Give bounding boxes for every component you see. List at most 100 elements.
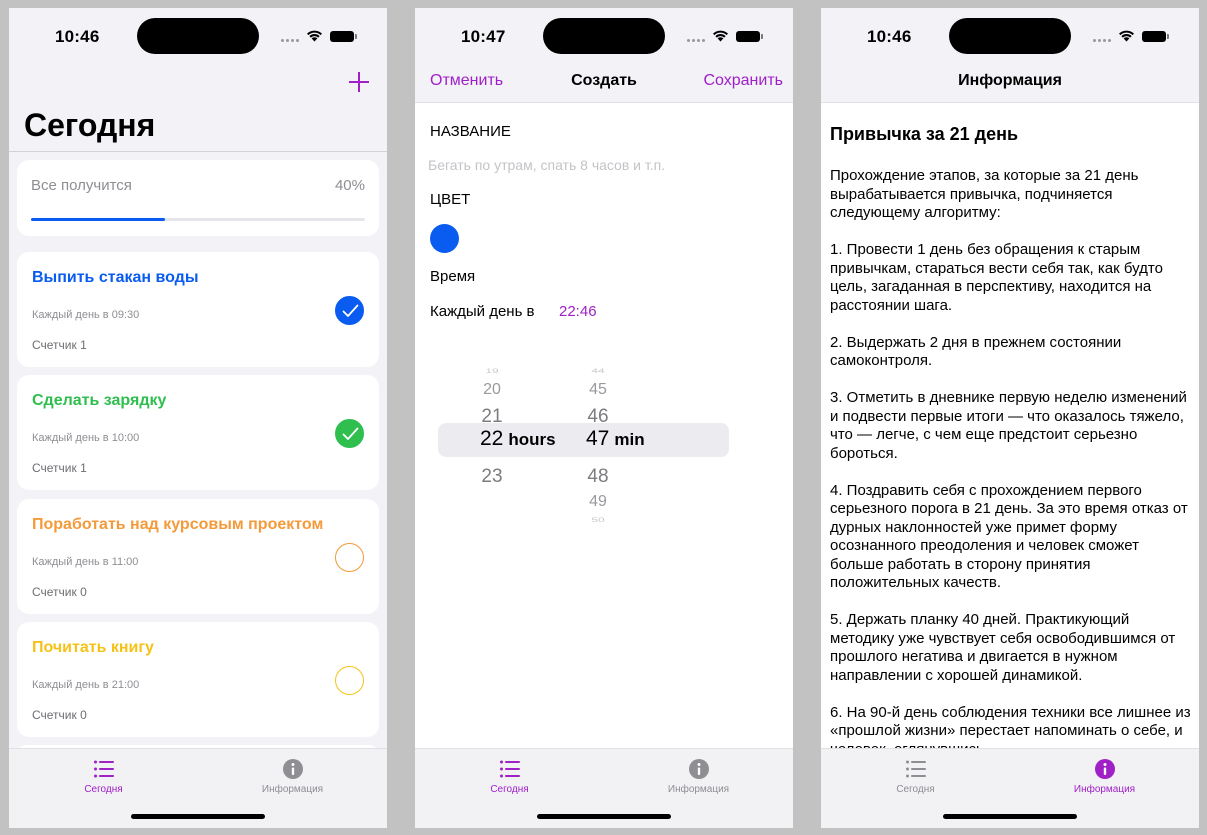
picker-minute: 50 [591, 516, 605, 524]
tab-today[interactable]: Сегодня [415, 756, 604, 798]
info-screen: 10:46 Информация Привычка за 21 день Про… [821, 8, 1199, 828]
tab-label: Информация [261, 784, 324, 795]
color-label: ЦВЕТ [430, 191, 471, 208]
habit-schedule: Каждый день в 21:00 [32, 679, 140, 691]
picker-selected-hour: 22 hours [480, 427, 556, 451]
habit-counter: Счетчик 1 [32, 338, 87, 352]
info-content[interactable]: Привычка за 21 день Прохождение этапов, … [830, 124, 1195, 748]
color-picker-button[interactable] [430, 224, 459, 253]
every-day-label: Каждый день в [430, 303, 535, 320]
hours-unit: hours [508, 430, 556, 449]
save-button[interactable]: Сохранить [703, 72, 783, 90]
tab-info[interactable]: Информация [1010, 756, 1199, 798]
tab-label: Сегодня [490, 784, 529, 795]
picker-hour: 19 [485, 367, 499, 375]
habit-checkbox[interactable] [335, 296, 364, 325]
home-indicator [537, 814, 671, 819]
info-paragraph: Прохождение этапов, за которые за 21 ден… [830, 167, 1139, 221]
status-bar: 10:47 [415, 8, 793, 64]
picker-hour: 23 [481, 466, 503, 487]
status-time: 10:46 [867, 27, 912, 46]
info-heading: Привычка за 21 день [830, 124, 1019, 144]
habit-counter: Счетчик 0 [32, 585, 87, 599]
progress-label: Все получится [31, 177, 132, 194]
habit-name-input[interactable] [428, 154, 768, 176]
tab-label: Сегодня [896, 784, 935, 795]
dynamic-island [543, 18, 665, 54]
habit-title: Сделать зарядку [32, 392, 167, 409]
cellular-signal-icon [1093, 39, 1113, 43]
habit-checkbox[interactable] [335, 543, 364, 572]
checkmark-icon [342, 427, 359, 440]
info-paragraph: 3. Отметить в дневнике первую неделю изм… [830, 389, 1187, 462]
picker-minute: 48 [587, 466, 609, 487]
time-value[interactable]: 22:46 [559, 303, 597, 320]
status-bar: 10:46 [9, 8, 387, 64]
divider [9, 151, 387, 152]
cellular-signal-icon [281, 39, 301, 43]
navigation-bar: Информация [821, 64, 1199, 103]
habit-schedule: Каждый день в 09:30 [32, 309, 140, 321]
progress-bar-fill [31, 218, 165, 221]
habit-checkbox[interactable] [335, 419, 364, 448]
habit-card[interactable]: Поработать над курсовым проектом Каждый … [17, 499, 379, 614]
tab-label: Сегодня [84, 784, 123, 795]
battery-icon [330, 31, 357, 42]
today-screen: 10:46 Сегодня Все получится 40% Выпить с… [9, 8, 387, 828]
checkmark-icon [342, 304, 359, 317]
minutes-unit: min [614, 430, 645, 449]
progress-bar [31, 218, 365, 221]
list-icon [500, 760, 520, 778]
habit-card[interactable]: Выпить стакан воды Каждый день в 09:30 С… [17, 252, 379, 367]
time-label: Время [430, 268, 476, 285]
dynamic-island [949, 18, 1071, 54]
dynamic-island [137, 18, 259, 54]
battery-icon [736, 31, 763, 42]
habit-schedule: Каждый день в 11:00 [32, 556, 139, 568]
tab-label: Информация [667, 784, 730, 795]
status-time: 10:47 [461, 27, 506, 46]
tab-label: Информация [1073, 784, 1136, 795]
habit-card[interactable]: Почитать книгу Каждый день в 21:00 Счетч… [17, 622, 379, 737]
page-title: Сегодня [24, 107, 156, 143]
tab-info[interactable]: Информация [198, 756, 387, 798]
progress-percent: 40% [334, 177, 365, 194]
habit-counter: Счетчик 1 [32, 461, 87, 475]
habit-title: Выпить стакан воды [32, 269, 199, 286]
picker-minute: 45 [589, 381, 607, 398]
habit-checkbox[interactable] [335, 666, 364, 695]
tab-info[interactable]: Информация [604, 756, 793, 798]
picker-hour: 20 [483, 381, 501, 398]
habit-schedule: Каждый день в 10:00 [32, 432, 140, 444]
navigation-bar: Отменить Создать Сохранить [415, 64, 793, 103]
picker-minute: 44 [591, 367, 605, 375]
nav-title: Информация [958, 72, 1062, 89]
tab-today[interactable]: Сегодня [821, 756, 1010, 798]
tab-today[interactable]: Сегодня [9, 756, 198, 798]
home-indicator [943, 814, 1077, 819]
picker-minute: 49 [589, 493, 607, 510]
selected-hour-value: 22 [480, 427, 504, 450]
list-icon [94, 760, 114, 778]
wifi-icon [307, 30, 322, 42]
battery-icon [1142, 31, 1169, 42]
picker-hour: 21 [481, 406, 503, 427]
selected-minute-value: 47 [586, 427, 610, 450]
info-paragraph: 5. Держать планку 40 дней. Практикующий … [830, 611, 1176, 684]
info-circle-icon [283, 759, 303, 779]
info-paragraph: 6. На 90-й день соблюдения техники все л… [830, 703, 1191, 749]
info-paragraph: 2. Выдержать 2 дня в прежнем состоянии с… [830, 333, 1122, 370]
time-picker[interactable]: 19 20 21 23 44 45 46 48 49 50 22 hours 47… [415, 348, 793, 528]
status-bar: 10:46 [821, 8, 1199, 64]
wifi-icon [713, 30, 728, 42]
picker-minute: 46 [587, 406, 609, 427]
picker-selected-minute: 47 min [586, 427, 645, 451]
progress-card: Все получится 40% [17, 160, 379, 236]
info-paragraph: 4. Поздравить себя с прохождением первог… [830, 481, 1188, 592]
cellular-signal-icon [687, 39, 707, 43]
habit-card[interactable]: Сделать зарядку Каждый день в 10:00 Счет… [17, 375, 379, 490]
habit-counter: Счетчик 0 [32, 708, 87, 722]
add-habit-button[interactable] [347, 70, 371, 94]
wifi-icon [1119, 30, 1134, 42]
info-circle-icon [689, 759, 709, 779]
